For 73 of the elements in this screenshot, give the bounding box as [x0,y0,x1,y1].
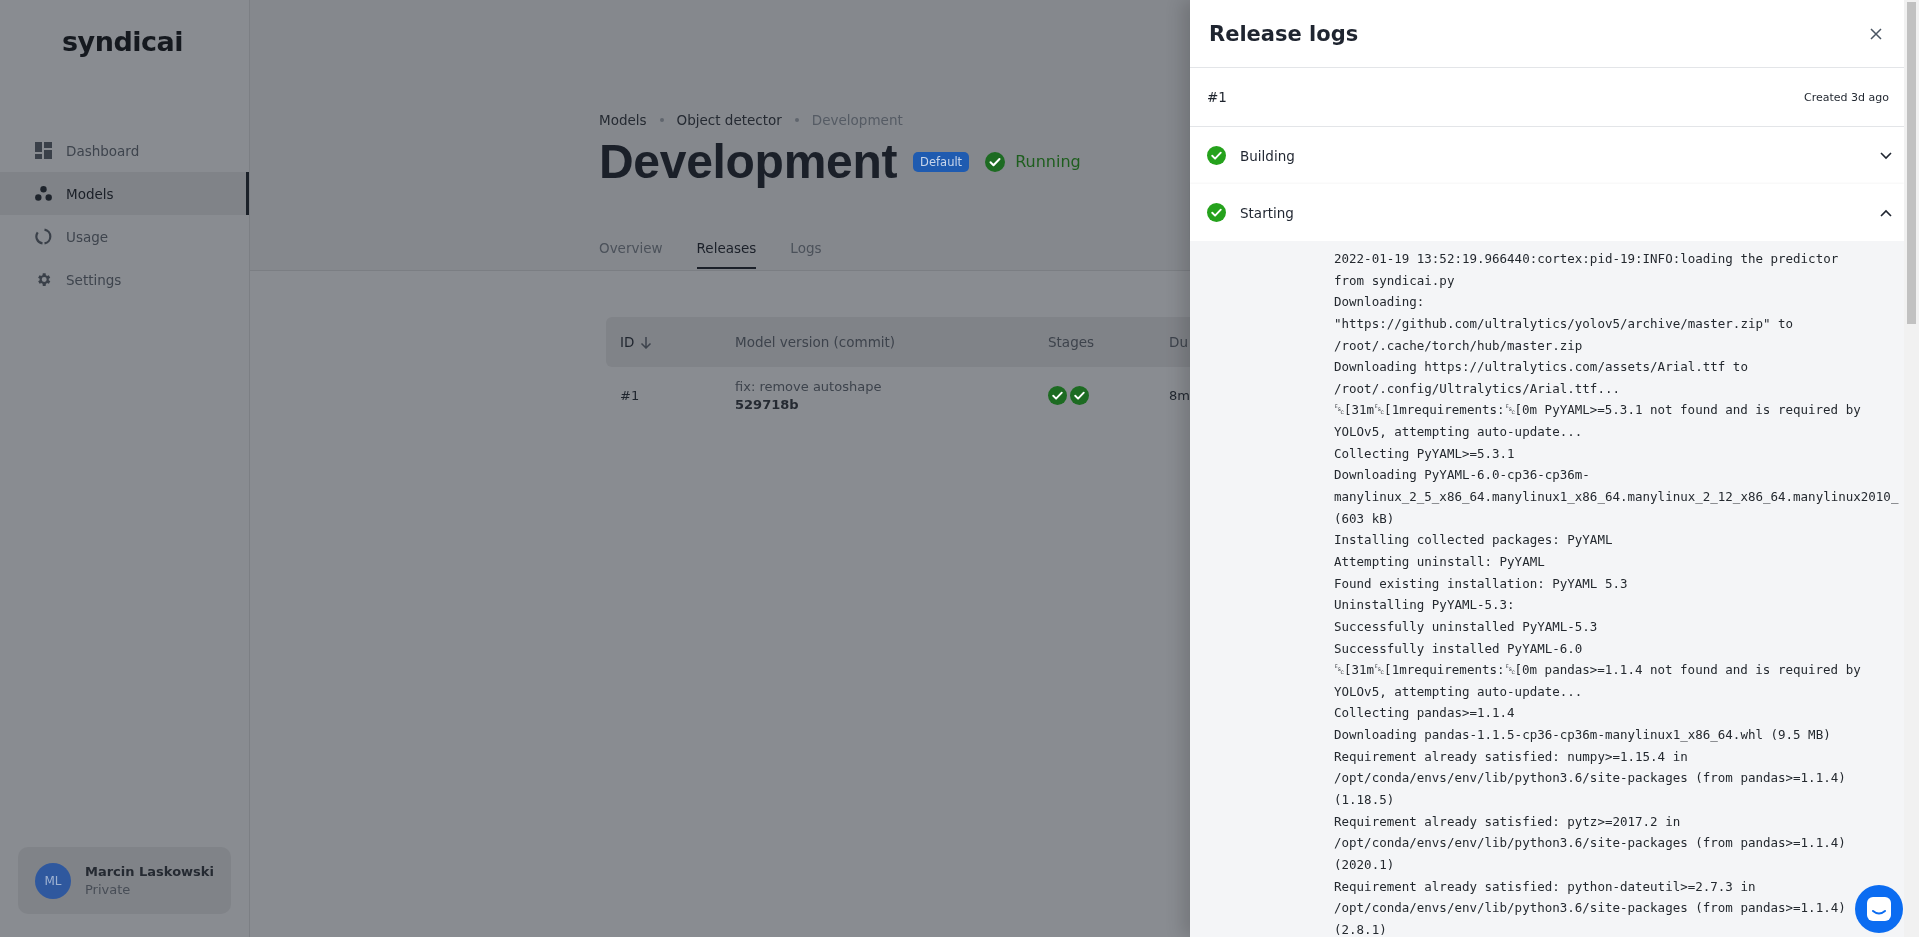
close-icon[interactable] [1868,25,1884,42]
check-circle-icon [1207,146,1226,165]
log-line: Attempting uninstall: PyYAML [1334,553,1546,569]
log-line: Found existing installation: PyYAML 5.3 [1334,575,1629,591]
log-line: Downloading PyYAML-6.0-cp36-cp36m- [1334,467,1591,483]
commit-hash: 529718b [735,397,800,412]
log-line: (1.18.5) [1334,792,1396,807]
logo: syndicai [62,26,183,57]
user-name: Marcin Laskowski [85,864,214,879]
column-header[interactable]: ID [620,334,635,350]
log-line: Downloading pandas-1.1.5-cp36-cp36m-manylinux1_x86_64.whl (9.5 MB) [1334,727,1832,743]
log-line: Downloading: [1334,294,1426,310]
column-header: Du [1169,334,1188,350]
breadcrumb[interactable]: Object detector [676,112,782,128]
donut-chart-icon [35,228,52,245]
user-plan: Private [85,882,132,897]
breadcrumb[interactable]: Models [599,112,647,128]
check-circle-icon [1048,386,1067,405]
log-line: manylinux_2_5_x86_64.manylinux1_x86_64.manylinux_2_12_x86_64.manylinux2010_ [1334,489,1900,505]
log-line: /root/.config/Ultralytics/Arial.ttf... [1334,380,1621,396]
log-line: YOLOv5, attempting auto-update... [1334,424,1584,440]
dashboard-icon [35,142,52,159]
models-icon [35,186,52,201]
sidebar-item[interactable]: Settings [0,258,249,301]
log-line: ␛[31m␛[1mrequirements:␛[0m pandas>=1.1.4 not found and is required by [1334,662,1862,678]
column-header: Model version (commit) [735,334,896,350]
panel-title: Release logs [1209,21,1359,46]
sidebar-item[interactable]: Models [0,172,249,215]
log-line: (603 kB) [1334,510,1396,526]
avatar: ML [35,862,71,899]
check-circle-icon [985,151,1006,172]
log-line: Successfully installed PyYAML-6.0 [1334,640,1584,656]
log-line: Collecting pandas>=1.1.4 [1334,705,1516,721]
log-line: from syndicai.py [1334,272,1456,288]
log-line: Collecting PyYAML>=5.3.1 [1334,445,1516,461]
sort-arrow-icon[interactable] [640,335,653,349]
status-label: Running [1015,152,1081,171]
sidebar-item[interactable]: Dashboard [0,129,249,172]
check-circle-icon [1207,203,1226,222]
sidebar-item[interactable]: Usage [0,215,249,258]
log-line: (2020.1) [1334,856,1396,872]
commit-message: fix: remove autoshape [735,379,883,394]
table-cell-text: #1 [620,388,641,403]
log-line: 2022-01-19 13:52:19.966440:cortex:pid-19:INFO:loading the predictor [1334,251,1840,266]
log-line: (2.8.1) [1334,921,1388,937]
log-line: Uninstalling PyYAML-5.3: [1334,597,1516,613]
log-line: ␛[31m␛[1mrequirements:␛[0m PyYAML>=5.3.1 not found and is required by [1334,402,1862,418]
table-cell: 8m [1169,388,1190,403]
log-line: Requirement already satisfied: python-dateutil>=2.7.3 in [1334,878,1757,894]
log-line: Installing collected packages: PyYAML [1334,532,1614,548]
tab[interactable]: Overview [599,239,663,269]
tab[interactable]: Releases [696,239,757,269]
tab[interactable]: Logs [790,239,822,269]
check-circle-icon [1070,386,1089,405]
log-line: Requirement already satisfied: pytz>=2017.2 in [1334,813,1682,829]
scrollbar[interactable] [1904,0,1919,937]
column-header: Stages [1048,334,1095,350]
log-line: YOLOv5, attempting auto-update... [1334,683,1584,699]
release-id: #1 [1207,89,1227,105]
settings-icon [35,271,52,288]
log-line: Successfully uninstalled PyYAML-5.3 [1334,618,1599,634]
user-card[interactable]: ML Marcin Laskowski Private [18,847,231,914]
created-time: Created 3d ago [1804,90,1889,104]
log-line: /opt/conda/envs/env/lib/python3.6/site-packages (from pandas>=1.1.4) [1334,835,1847,851]
log-line: Downloading https://ultralytics.com/assets/Arial.ttf to [1334,359,1749,375]
log-line: /opt/conda/envs/env/lib/python3.6/site-packages (from pandas>=1.1.4) [1334,770,1847,786]
log-line: Requirement already satisfied: numpy>=1.15.4 in [1334,748,1689,764]
stage-row[interactable]: Starting [1190,184,1904,241]
log-line: "https://github.com/ultralytics/yolov5/archive/master.zip" to [1334,315,1795,331]
log-line: /root/.cache/torch/hub/master.zip [1334,337,1584,353]
log-line: /opt/conda/envs/env/lib/python3.6/site-packages (from pandas>=1.1.4) [1334,900,1847,916]
default-badge: Default [913,151,970,172]
page-title: Development [599,134,898,189]
